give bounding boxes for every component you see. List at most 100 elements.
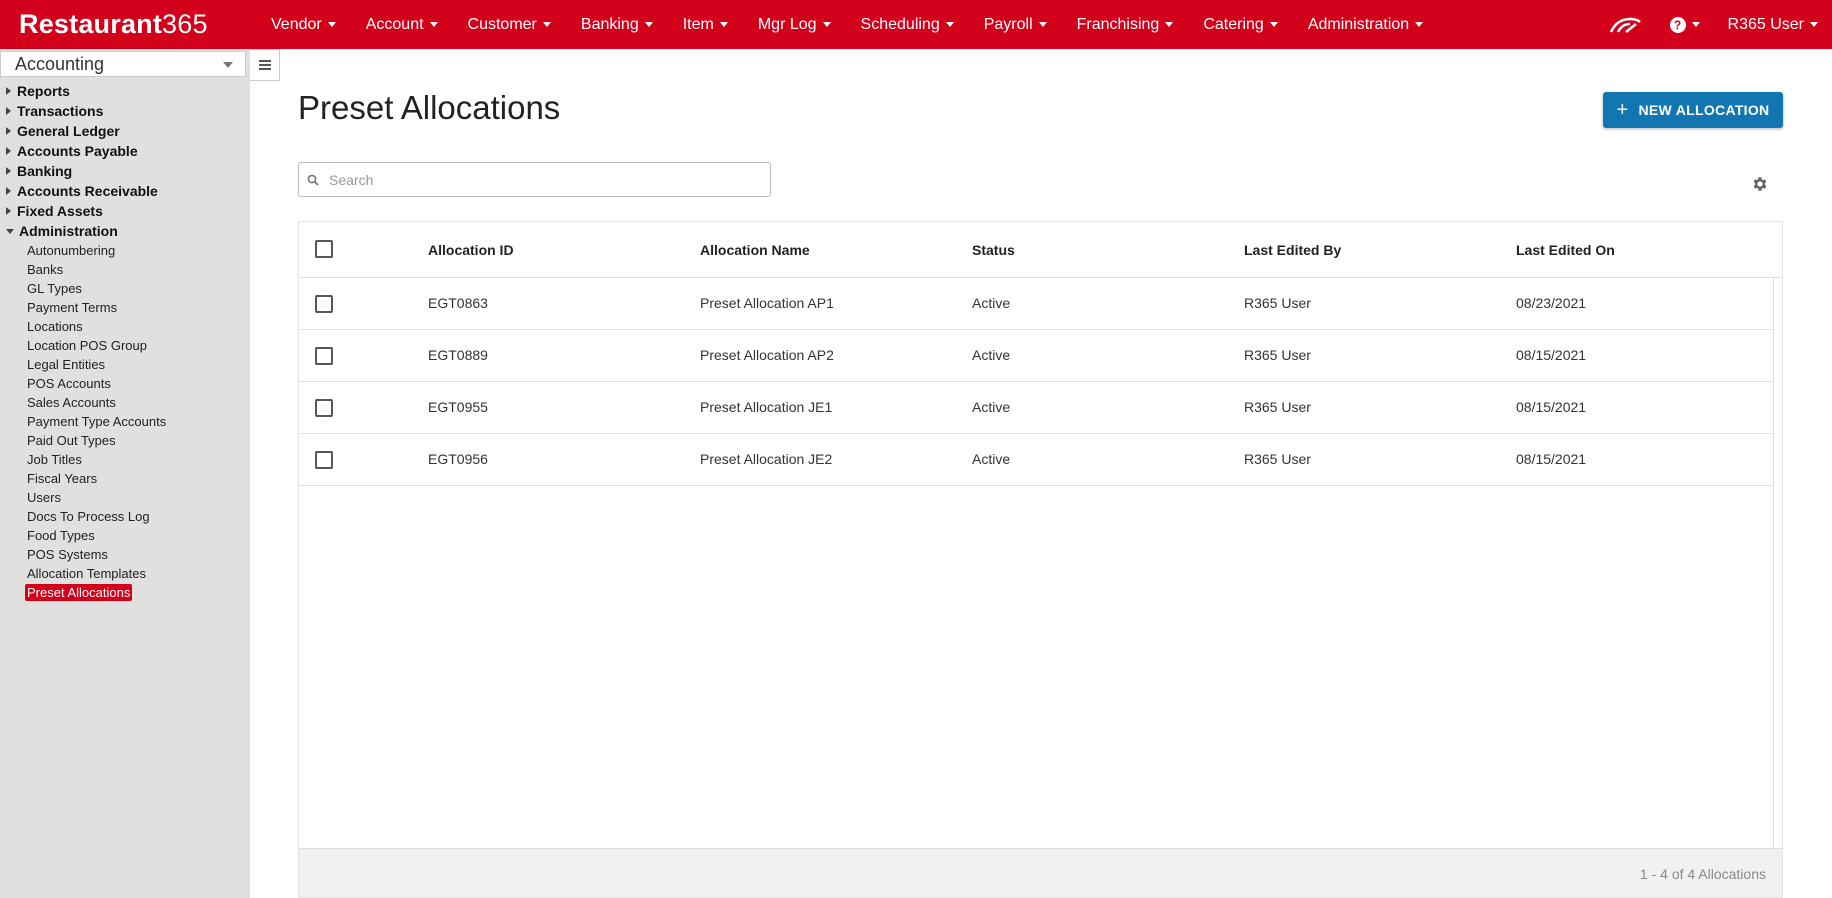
table-footer: 1 - 4 of 4 Allocations <box>299 848 1782 897</box>
sidebar-item-paid-out-types[interactable]: Paid Out Types <box>0 431 250 450</box>
top-right-controls: ? R365 User <box>1594 0 1832 49</box>
cell-allocation-id: EGT0863 <box>428 295 488 311</box>
sidebar-item-legal-entities[interactable]: Legal Entities <box>0 355 250 374</box>
help-menu[interactable]: ? <box>1656 0 1714 49</box>
sidebar-item-allocation-templates[interactable]: Allocation Templates <box>0 564 250 583</box>
restaurant365-logo[interactable]: Restaurant365 <box>0 9 256 40</box>
speedometer-icon <box>1609 17 1641 33</box>
sidebar-item-payment-terms[interactable]: Payment Terms <box>0 298 250 317</box>
dashboard-button[interactable] <box>1594 0 1656 49</box>
table-row[interactable]: EGT0889 Preset Allocation AP2 Active R36… <box>299 330 1773 382</box>
top-navbar: Restaurant365 Vendor Account Customer Ba… <box>0 0 1832 49</box>
sidebar-item-banking[interactable]: Banking <box>0 161 250 181</box>
expand-arrow-icon <box>6 107 11 115</box>
sidebar-item-autonumbering[interactable]: Autonumbering <box>0 241 250 260</box>
caret-down-icon <box>542 22 551 27</box>
new-allocation-button[interactable]: + NEW ALLOCATION <box>1603 92 1783 128</box>
caret-down-icon <box>822 22 831 27</box>
sidebar-item-job-titles[interactable]: Job Titles <box>0 450 250 469</box>
gear-icon[interactable] <box>1751 175 1769 193</box>
expand-arrow-icon <box>6 207 11 215</box>
caret-down-icon <box>719 22 728 27</box>
sidebar-item-sales-accounts[interactable]: Sales Accounts <box>0 393 250 412</box>
caret-down-icon <box>1269 22 1278 27</box>
column-header-last-edited-by[interactable]: Last Edited By <box>1244 242 1341 258</box>
sidebar-item-reports[interactable]: Reports <box>0 81 250 101</box>
expand-arrow-icon <box>6 187 11 195</box>
caret-down-icon <box>945 22 954 27</box>
column-header-allocation-name[interactable]: Allocation Name <box>700 242 810 258</box>
cell-status: Active <box>972 347 1011 363</box>
user-menu[interactable]: R365 User <box>1714 0 1832 49</box>
sidebar-item-users[interactable]: Users <box>0 488 250 507</box>
column-header-allocation-id[interactable]: Allocation ID <box>428 242 514 258</box>
sidebar-item-transactions[interactable]: Transactions <box>0 101 250 121</box>
sidebar-item-pos-systems[interactable]: POS Systems <box>0 545 250 564</box>
allocations-table: Allocation ID Allocation Name Status Las… <box>298 221 1783 898</box>
sidebar-item-general-ledger[interactable]: General Ledger <box>0 121 250 141</box>
caret-down-icon <box>429 22 438 27</box>
sidebar-item-payment-type-accounts[interactable]: Payment Type Accounts <box>0 412 250 431</box>
nav-catering[interactable]: Catering <box>1188 0 1292 49</box>
cell-last-edited-by: R365 User <box>1244 347 1311 363</box>
caret-down-icon <box>327 22 336 27</box>
nav-banking[interactable]: Banking <box>566 0 668 49</box>
cell-allocation-id: EGT0955 <box>428 399 488 415</box>
sidebar-item-pos-accounts[interactable]: POS Accounts <box>0 374 250 393</box>
menu-toggle-button[interactable] <box>250 49 280 81</box>
cell-last-edited-by: R365 User <box>1244 295 1311 311</box>
nav-item[interactable]: Item <box>668 0 743 49</box>
row-checkbox[interactable] <box>315 451 333 469</box>
sidebar-item-docs-to-process-log[interactable]: Docs To Process Log <box>0 507 250 526</box>
search-input[interactable] <box>329 171 749 188</box>
collapse-arrow-icon <box>6 228 14 234</box>
sidebar-item-location-pos-group[interactable]: Location POS Group <box>0 336 250 355</box>
caret-down-icon <box>644 22 653 27</box>
table-header: Allocation ID Allocation Name Status Las… <box>299 222 1782 278</box>
sidebar-item-food-types[interactable]: Food Types <box>0 526 250 545</box>
sidebar-item-gl-types[interactable]: GL Types <box>0 279 250 298</box>
sidebar-item-preset-allocations[interactable]: Preset Allocations <box>0 583 250 602</box>
nav-customer[interactable]: Customer <box>453 0 566 49</box>
nav-franchising[interactable]: Franchising <box>1062 0 1189 49</box>
sidebar-item-accounts-receivable[interactable]: Accounts Receivable <box>0 181 250 201</box>
sidebar-item-fixed-assets[interactable]: Fixed Assets <box>0 201 250 221</box>
menu-icon <box>258 60 271 70</box>
cell-allocation-name: Preset Allocation AP2 <box>700 347 834 363</box>
row-checkbox[interactable] <box>315 399 333 417</box>
caret-down-icon <box>1038 22 1047 27</box>
expand-arrow-icon <box>6 147 11 155</box>
expand-arrow-icon <box>6 127 11 135</box>
select-all-checkbox[interactable] <box>315 240 333 258</box>
pagination-info: 1 - 4 of 4 Allocations <box>1639 866 1766 882</box>
row-checkbox[interactable] <box>315 347 333 365</box>
nav-mgr-log[interactable]: Mgr Log <box>743 0 846 49</box>
help-icon: ? <box>1669 16 1686 33</box>
cell-allocation-id: EGT0956 <box>428 451 488 467</box>
nav-account[interactable]: Account <box>351 0 453 49</box>
nav-scheduling[interactable]: Scheduling <box>846 0 969 49</box>
column-header-last-edited-on[interactable]: Last Edited On <box>1516 242 1615 258</box>
cell-status: Active <box>972 451 1011 467</box>
table-row[interactable]: EGT0863 Preset Allocation AP1 Active R36… <box>299 278 1773 330</box>
cell-status: Active <box>972 399 1011 415</box>
sidebar-item-accounts-payable[interactable]: Accounts Payable <box>0 141 250 161</box>
table-body: EGT0863 Preset Allocation AP1 Active R36… <box>299 278 1774 848</box>
table-row[interactable]: EGT0956 Preset Allocation JE2 Active R36… <box>299 434 1773 486</box>
table-row[interactable]: EGT0955 Preset Allocation JE1 Active R36… <box>299 382 1773 434</box>
cell-last-edited-on: 08/15/2021 <box>1516 451 1587 467</box>
nav-vendor[interactable]: Vendor <box>256 0 351 49</box>
module-select[interactable]: Accounting <box>0 51 246 77</box>
main-nav: Vendor Account Customer Banking Item Mgr… <box>256 0 1438 49</box>
cell-status: Active <box>972 295 1011 311</box>
sidebar-item-banks[interactable]: Banks <box>0 260 250 279</box>
caret-down-icon <box>1810 22 1818 27</box>
nav-payroll[interactable]: Payroll <box>969 0 1062 49</box>
nav-administration[interactable]: Administration <box>1293 0 1438 49</box>
column-header-status[interactable]: Status <box>972 242 1015 258</box>
row-checkbox[interactable] <box>315 295 333 313</box>
sidebar-item-fiscal-years[interactable]: Fiscal Years <box>0 469 250 488</box>
sidebar-item-administration[interactable]: Administration <box>0 221 250 241</box>
sidebar-item-locations[interactable]: Locations <box>0 317 250 336</box>
page-title: Preset Allocations <box>298 89 561 126</box>
